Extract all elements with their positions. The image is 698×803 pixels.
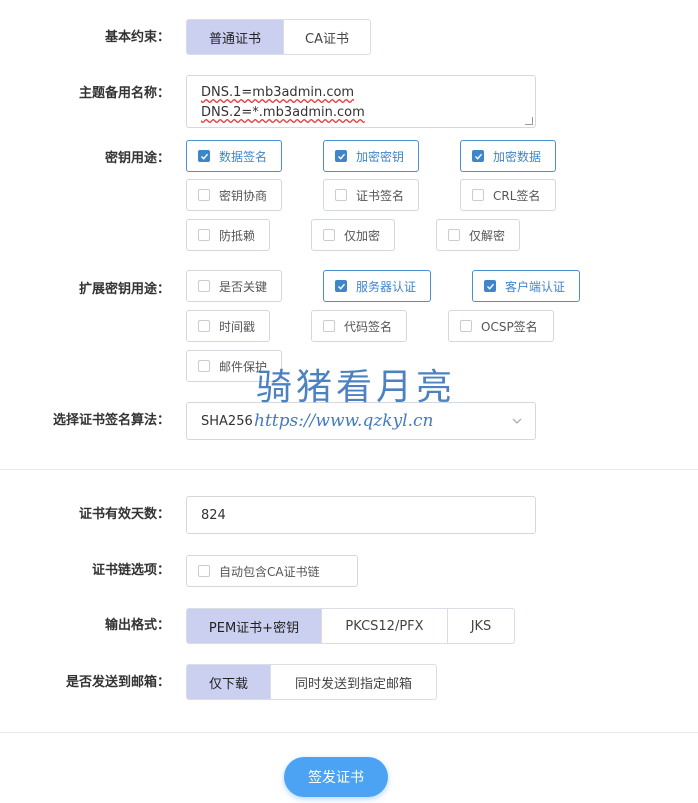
- email-download-only-button[interactable]: 仅下载: [186, 664, 271, 700]
- san-line-2: DNS.2=*.mb3admin.com: [201, 105, 365, 120]
- issue-certificate-button[interactable]: 签发证书: [284, 757, 388, 797]
- checkbox-icon: [460, 320, 472, 332]
- key-usage-label-4: 密钥协商: [219, 188, 268, 203]
- ext-key-usage-checkbox-1[interactable]: 是否关键: [186, 270, 282, 302]
- key-usage-label-8: 仅加密: [344, 228, 381, 243]
- chain-include-ca-label: 自动包含CA证书链: [219, 564, 320, 579]
- sig-algorithm-value: SHA256: [201, 413, 253, 429]
- ext-key-usage-label-6: OCSP签名: [481, 319, 538, 334]
- section-divider: [0, 469, 698, 470]
- validity-value: 824: [201, 507, 226, 523]
- checkbox-icon: [335, 150, 347, 162]
- key-usage-checkbox-6[interactable]: CRL签名: [460, 179, 556, 211]
- watermark-title: 骑猪看月亮: [256, 367, 457, 408]
- checkbox-icon: [335, 280, 347, 292]
- basic-constraint-label: 基本约束：: [104, 30, 170, 45]
- checkbox-icon: [472, 150, 484, 162]
- ext-key-usage-label-2: 服务器认证: [356, 279, 417, 294]
- checkbox-icon: [198, 229, 210, 241]
- key-usage-label-6: CRL签名: [493, 188, 541, 203]
- san-line-1: DNS.1=mb3admin.com: [201, 85, 355, 100]
- sig-algorithm-label: 选择证书签名算法：: [52, 413, 170, 428]
- ext-key-usage-checkbox-5[interactable]: 代码签名: [311, 310, 407, 342]
- key-usage-checkbox-7[interactable]: 防抵赖: [186, 219, 270, 251]
- output-format-pem-button[interactable]: PEM证书+密钥: [186, 608, 322, 644]
- key-usage-checkbox-8[interactable]: 仅加密: [311, 219, 395, 251]
- checkbox-icon: [335, 189, 347, 201]
- footer-divider: [0, 732, 698, 733]
- checkbox-icon: [198, 565, 210, 577]
- ext-key-usage-label-4: 时间戳: [219, 319, 256, 334]
- key-usage-label: 密钥用途：: [104, 151, 170, 166]
- san-textarea[interactable]: DNS.1=mb3admin.com DNS.2=*.mb3admin.com: [186, 75, 536, 128]
- chain-label: 证书链选项：: [91, 563, 170, 578]
- chain-include-ca-checkbox[interactable]: 自动包含CA证书链: [186, 555, 358, 587]
- key-usage-checkbox-9[interactable]: 仅解密: [436, 219, 520, 251]
- key-usage-checkbox-2[interactable]: 加密密钥: [323, 140, 419, 172]
- output-format-pkcs12-button[interactable]: PKCS12/PFX: [321, 608, 448, 644]
- email-label: 是否发送到邮箱：: [65, 675, 170, 690]
- checkbox-icon: [323, 320, 335, 332]
- checkbox-icon: [198, 320, 210, 332]
- checkbox-icon: [448, 229, 460, 241]
- checkbox-icon: [198, 150, 210, 162]
- key-usage-label-9: 仅解密: [469, 228, 506, 243]
- ext-key-usage-checkbox-3[interactable]: 客户端认证: [472, 270, 580, 302]
- basic-constraint-ca-button[interactable]: CA证书: [283, 19, 371, 55]
- chevron-down-icon: [511, 415, 523, 431]
- key-usage-label-3: 加密数据: [493, 149, 542, 164]
- validity-input[interactable]: 824: [186, 496, 536, 534]
- key-usage-checkbox-1[interactable]: 数据签名: [186, 140, 282, 172]
- checkbox-icon: [198, 360, 210, 372]
- checkbox-icon: [472, 189, 484, 201]
- output-format-label: 输出格式：: [104, 618, 170, 633]
- ext-key-usage-checkbox-2[interactable]: 服务器认证: [323, 270, 431, 302]
- watermark-url: https://www.qzkyl.cn: [254, 411, 434, 431]
- ext-key-usage-checkbox-6[interactable]: OCSP签名: [448, 310, 554, 342]
- validity-label: 证书有效天数：: [78, 507, 170, 522]
- checkbox-icon: [198, 189, 210, 201]
- san-label: 主题备用名称：: [78, 86, 170, 101]
- key-usage-checkbox-3[interactable]: 加密数据: [460, 140, 556, 172]
- ext-key-usage-label-3: 客户端认证: [505, 279, 566, 294]
- key-usage-label-2: 加密密钥: [356, 149, 405, 164]
- resize-grip-icon[interactable]: [525, 117, 533, 125]
- basic-constraint-normal-button[interactable]: 普通证书: [186, 19, 284, 55]
- ext-key-usage-label-1: 是否关键: [219, 279, 268, 294]
- ext-key-usage-label: 扩展密钥用途：: [78, 282, 170, 297]
- key-usage-label-7: 防抵赖: [219, 228, 256, 243]
- output-format-jks-button[interactable]: JKS: [447, 608, 515, 644]
- ext-key-usage-checkbox-4[interactable]: 时间戳: [186, 310, 270, 342]
- ext-key-usage-label-5: 代码签名: [344, 319, 393, 334]
- checkbox-icon: [198, 280, 210, 292]
- key-usage-checkbox-4[interactable]: 密钥协商: [186, 179, 282, 211]
- checkbox-icon: [484, 280, 496, 292]
- key-usage-label-1: 数据签名: [219, 149, 268, 164]
- key-usage-label-5: 证书签名: [356, 188, 405, 203]
- key-usage-checkbox-5[interactable]: 证书签名: [323, 179, 419, 211]
- checkbox-icon: [323, 229, 335, 241]
- email-send-button[interactable]: 同时发送到指定邮箱: [270, 664, 437, 700]
